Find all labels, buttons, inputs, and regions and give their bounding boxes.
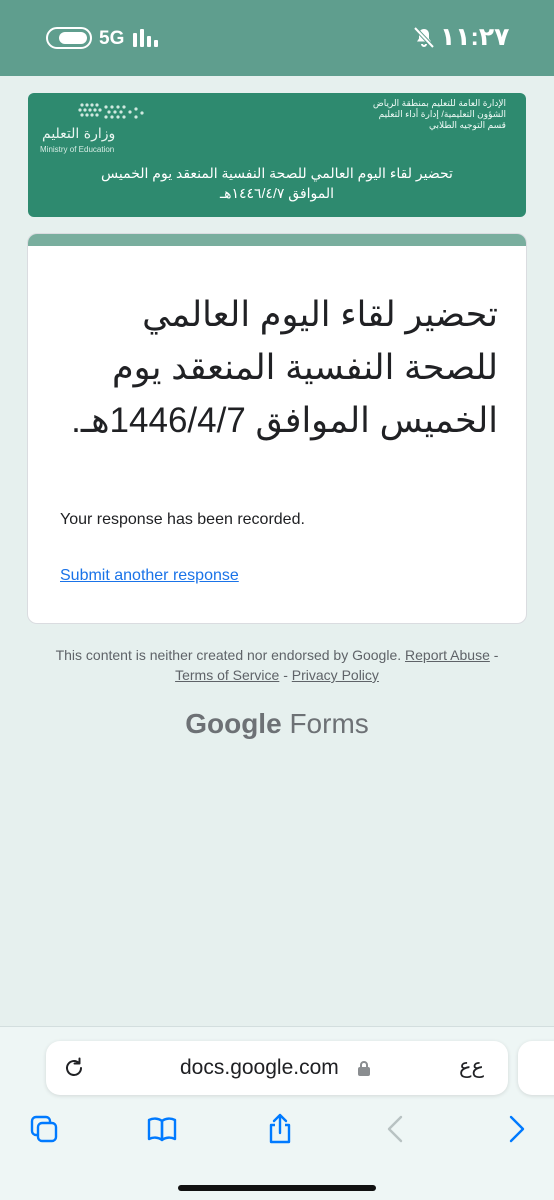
bell-slash-icon	[413, 26, 435, 49]
share-icon[interactable]	[264, 1113, 296, 1145]
signal-icon	[133, 29, 163, 47]
footer-separator: -	[493, 647, 499, 663]
disclaimer: This content is neither created nor endo…	[40, 645, 514, 685]
text-size-button[interactable]: ﻉﻉ	[459, 1054, 484, 1079]
dept-line: قسم التوجيه الطلابي	[428, 120, 506, 130]
privacy-policy-link[interactable]: Privacy Policy	[292, 667, 379, 683]
network-type: 5G	[99, 28, 125, 49]
tabs-icon[interactable]	[28, 1113, 60, 1145]
disclaimer-text: This content is neither created nor endo…	[55, 647, 402, 663]
google-wordmark: Google	[185, 708, 282, 739]
forms-wordmark: Forms	[289, 708, 369, 739]
report-abuse-link[interactable]: Report Abuse	[405, 647, 490, 663]
footer-separator: -	[283, 667, 288, 683]
google-forms-logo[interactable]: Google Forms	[0, 708, 554, 740]
lock-icon	[358, 1061, 370, 1076]
dept-line: الشؤون التعليمية/ إدارة أداء التعليم	[378, 109, 506, 119]
submit-another-response-link[interactable]: Submit another response	[60, 567, 239, 585]
form-header-banner: وزارة التعليم Ministry of Education الإد…	[28, 93, 526, 217]
ministry-name-arabic: وزارة التعليم	[42, 126, 116, 142]
next-tab-preview[interactable]	[518, 1041, 554, 1095]
confirmation-message: Your response has been recorded.	[60, 511, 305, 528]
terms-of-service-link[interactable]: Terms of Service	[175, 667, 279, 683]
browser-bottom-bar: docs.google.com ﻉﻉ	[0, 1026, 554, 1200]
url-text: docs.google.com	[180, 1056, 339, 1079]
address-bar[interactable]: docs.google.com ﻉﻉ	[46, 1041, 508, 1095]
home-indicator	[178, 1185, 376, 1191]
bookmarks-icon[interactable]	[146, 1113, 178, 1145]
card-accent-strip	[28, 234, 526, 246]
clock: ١١:٢٧	[440, 23, 510, 51]
forward-chevron-icon[interactable]	[500, 1113, 532, 1145]
status-bar: 5G ١١:٢٧	[0, 0, 554, 76]
form-title: تحضير لقاء اليوم العالمي للصحة النفسية ا…	[71, 295, 498, 440]
reload-icon[interactable]	[62, 1056, 86, 1080]
dept-line: الإدارة العامة للتعليم بمنطقة الرياض	[372, 98, 506, 108]
toggle-icon	[46, 27, 92, 49]
back-chevron-icon[interactable]	[380, 1113, 412, 1145]
banner-title: تحضير لقاء اليوم العالمي للصحة النفسية ا…	[101, 165, 453, 201]
ministry-name-english: Ministry of Education	[40, 145, 115, 154]
department-lines: الإدارة العامة للتعليم بمنطقة الرياض الش…	[306, 98, 506, 131]
confirmation-card: تحضير لقاء اليوم العالمي للصحة النفسية ا…	[28, 234, 526, 623]
